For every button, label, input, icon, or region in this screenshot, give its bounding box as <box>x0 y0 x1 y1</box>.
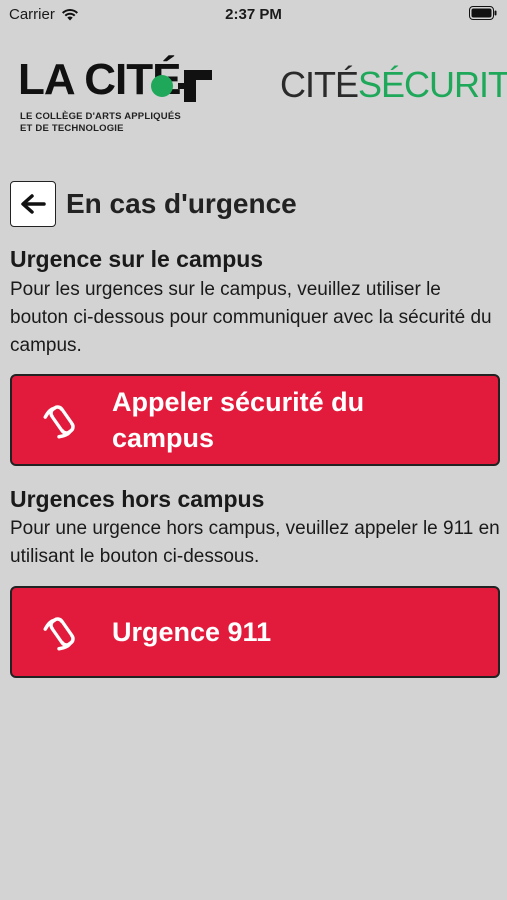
securite-logo-part1: CITÉ <box>280 64 359 105</box>
call-campus-label-line1: Appeler sécurité du <box>112 387 365 417</box>
status-time: 2:37 PM <box>225 6 282 23</box>
campus-text: Pour les urgences sur le campus, veuille… <box>10 279 492 356</box>
emergency-screen: Carrier 2:37 PM LA CITÉ LE COLLÈGE D'ART… <box>0 0 507 900</box>
lacite-subtitle: LE COLLÈGE D'ARTS APPLIQUÉS ET DE TECHNO… <box>20 111 220 135</box>
call-campus-security-button[interactable]: Appeler sécurité du campus <box>10 374 500 466</box>
title-row: En cas d'urgence <box>10 181 297 227</box>
securite-logo-part2: SÉCURITÉ <box>358 64 507 105</box>
call-campus-label-line2: campus <box>112 423 215 453</box>
page-title: En cas d'urgence <box>66 188 297 219</box>
battery-icon <box>469 6 497 24</box>
campus-heading: Urgence sur le campus <box>10 246 264 272</box>
arrow-left-icon <box>21 194 46 214</box>
offcampus-text: Pour une urgence hors campus, veuillez a… <box>10 518 500 567</box>
call-campus-security-label: Appeler sécurité du campus <box>112 384 384 456</box>
lacite-mark-icon <box>151 70 212 102</box>
phone-icon <box>12 610 112 654</box>
call-911-button[interactable]: Urgence 911 <box>10 586 500 678</box>
back-button[interactable] <box>10 181 56 227</box>
lacite-subtitle-line1: LE COLLÈGE D'ARTS APPLIQUÉS <box>20 111 181 122</box>
call-911-label: Urgence 911 <box>112 617 272 647</box>
status-bar: Carrier 2:37 PM <box>0 0 507 30</box>
offcampus-heading: Urgences hors campus <box>10 486 265 512</box>
phone-icon <box>12 398 112 442</box>
cite-securite-logo: CITÉSÉCURITÉ <box>280 65 507 105</box>
lacite-logo: LA CITÉ LE COLLÈGE D'ARTS APPLIQUÉS ET D… <box>18 55 218 137</box>
lacite-subtitle-line2: ET DE TECHNOLOGIE <box>20 123 124 134</box>
header: LA CITÉ LE COLLÈGE D'ARTS APPLIQUÉS ET D… <box>0 55 507 145</box>
